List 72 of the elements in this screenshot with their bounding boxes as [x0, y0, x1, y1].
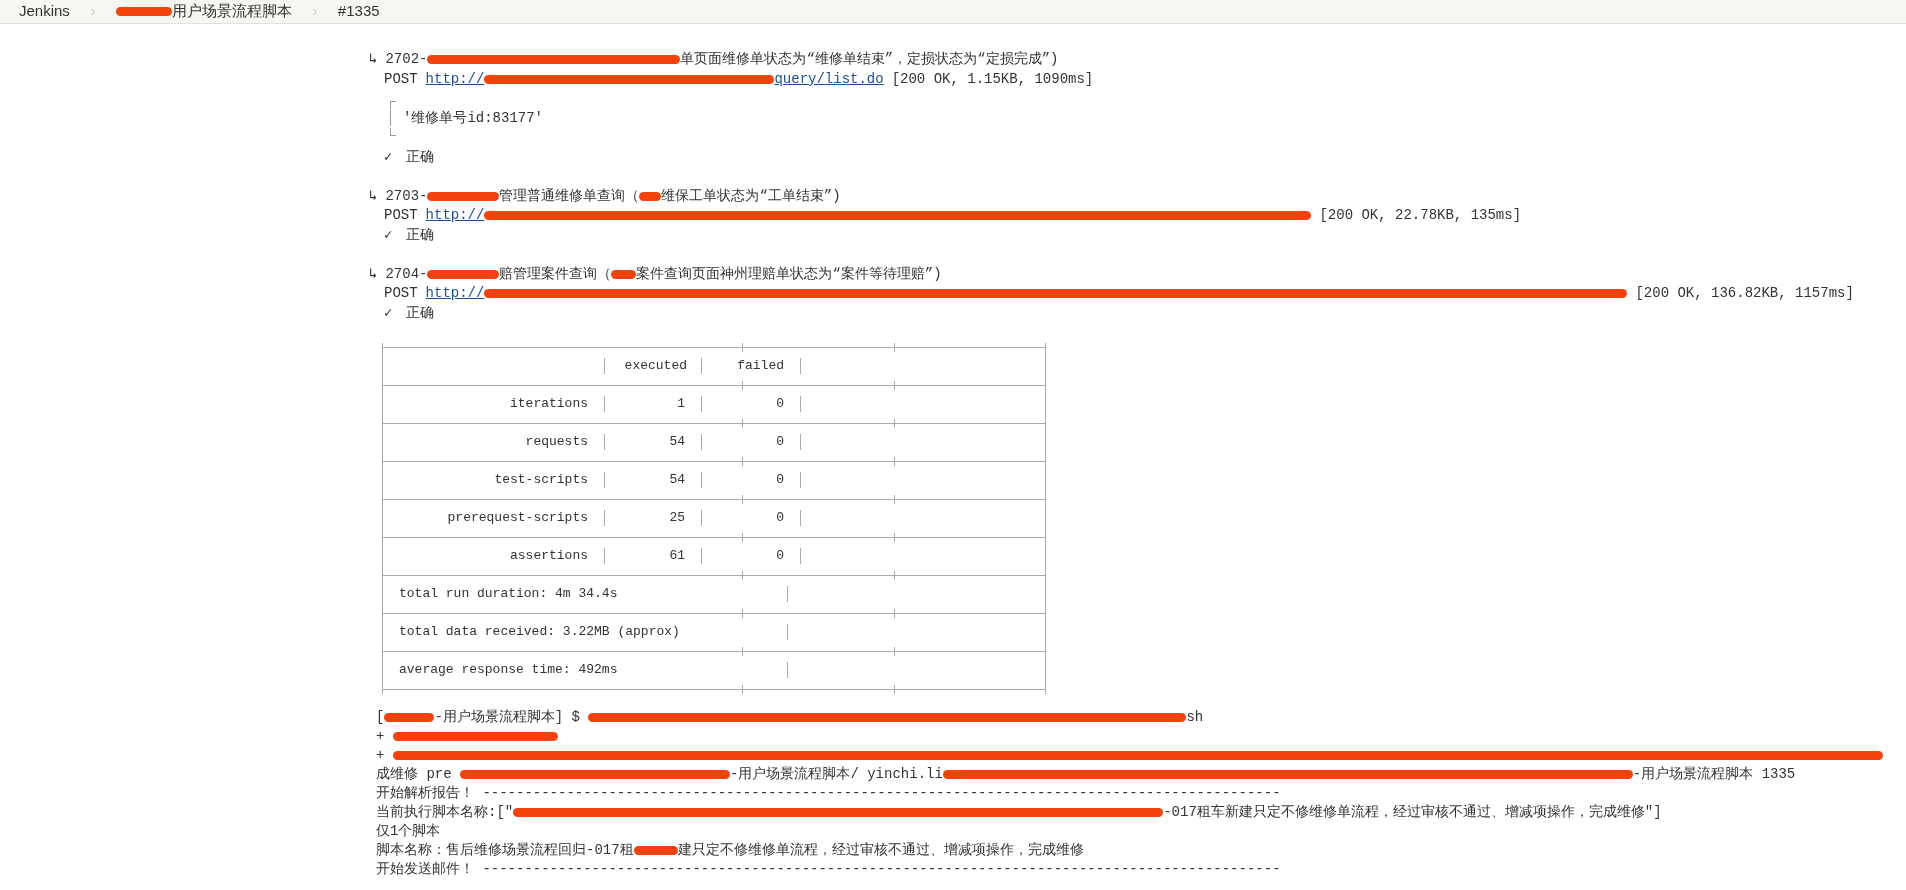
check-mark: ✓ — [384, 225, 393, 245]
console-text: [ — [376, 707, 385, 727]
table-cell-text: 0 — [775, 395, 785, 414]
bracket-icon — [390, 128, 396, 136]
row-label: requests — [524, 433, 589, 452]
row-label: iterations — [509, 395, 589, 414]
response-status: [200 OK, 136.82KB, 1157ms] — [1635, 284, 1854, 304]
console-text: + — [376, 726, 386, 746]
redaction-mark — [633, 845, 678, 855]
console-text: 成维修 pre — [376, 764, 453, 784]
console-text: 建只定不修维修单流程，经过审核不通过、增减项操作，完成维修 — [677, 840, 1084, 860]
table-cell-text: 1 — [676, 395, 686, 414]
check-mark: ✓ — [384, 147, 393, 167]
summary-text: total run duration: 4m 34.4s — [398, 585, 619, 604]
result-text: 正确 — [406, 225, 435, 245]
console-text: -用户场景流程脚本 1335 — [1632, 764, 1796, 784]
redaction-mark — [611, 269, 637, 279]
arrow-glyph: ↳ — [369, 186, 378, 206]
console-text: 仅1个脚本 — [376, 821, 441, 841]
arrow-glyph: ↳ — [369, 50, 378, 70]
console-text: 脚本名称：售后维修场景流程回归-017租 — [376, 840, 634, 860]
column-header: failed — [736, 357, 785, 376]
table-cell-text: 0 — [775, 471, 785, 490]
url-link[interactable]: http:// — [425, 205, 485, 227]
breadcrumb-link[interactable]: 用户场景流程脚本 — [115, 0, 292, 23]
output-value: '维修单号id:83177' — [403, 108, 543, 128]
response-status: [200 OK, 22.78KB, 135ms] — [1319, 206, 1522, 226]
console-text: 2704- — [385, 264, 428, 284]
table-cell-text: 61 — [668, 547, 686, 566]
console-text: 单页面维修单状态为“维修单结束”，定损状态为“定损完成”) — [680, 50, 1059, 70]
http-method: POST — [384, 69, 418, 89]
table-cell-text: 0 — [775, 509, 785, 528]
arrow-glyph: ↳ — [369, 264, 378, 284]
console-text: -用户场景流程脚本] $ — [434, 707, 581, 727]
table-cell-text: 0 — [775, 433, 785, 452]
http-method: POST — [384, 206, 418, 226]
response-status: [200 OK, 1.15KB, 1090ms] — [891, 69, 1094, 89]
console-text: 2703- — [385, 186, 428, 206]
console-text: -用户场景流程脚本/ yinchi.li — [730, 764, 943, 784]
console-text: 案件查询页面神州理赔单状态为“案件等待理赔”) — [636, 264, 942, 284]
console-text: 当前执行脚本名称:[" — [376, 802, 514, 822]
table-cell-text: 54 — [668, 471, 686, 490]
url-link[interactable]: query/list.do — [774, 68, 884, 90]
redaction-mark — [384, 712, 435, 722]
breadcrumb-link[interactable]: Jenkins — [19, 0, 70, 23]
column-header: executed — [623, 357, 688, 376]
redaction-mark — [639, 191, 662, 201]
console-text: 管理普通维修单查询（ — [499, 186, 640, 206]
table-cell-text: 54 — [668, 433, 686, 452]
http-method: POST — [384, 284, 418, 304]
console-text: 开始发送邮件！ ----------------------------------------------------------------------------------------------- — [376, 859, 1281, 879]
url-link[interactable]: http:// — [425, 283, 485, 305]
result-text: 正确 — [406, 147, 435, 167]
console-text: 维保工单状态为“工单结束”) — [661, 186, 841, 206]
result-text: 正确 — [406, 303, 435, 323]
console-text: sh — [1186, 707, 1204, 727]
row-label: test-scripts — [493, 471, 589, 490]
table-cell-text: 0 — [775, 547, 785, 566]
console-text: 开始解析报告！ ----------------------------------------------------------------------------------------------- — [376, 783, 1281, 803]
row-label: assertions — [509, 547, 589, 566]
redaction-mark — [115, 7, 172, 16]
console-text: 赔管理案件查询（ — [499, 264, 612, 284]
breadcrumb-link[interactable]: #1335 — [337, 0, 380, 23]
row-label: prerequest-scripts — [446, 509, 589, 528]
url-link[interactable]: http:// — [425, 68, 485, 90]
summary-text: average response time: 492ms — [398, 661, 619, 680]
console-text: 2702- — [385, 50, 428, 70]
console-text: + — [376, 745, 386, 765]
summary-text: total data received: 3.22MB (approx) — [398, 623, 681, 642]
console-text: -017租车新建只定不修维修单流程，经过审核不通过、增减项操作，完成维修"] — [1163, 802, 1662, 822]
check-mark: ✓ — [384, 303, 393, 323]
table-cell-text: 25 — [668, 509, 686, 528]
